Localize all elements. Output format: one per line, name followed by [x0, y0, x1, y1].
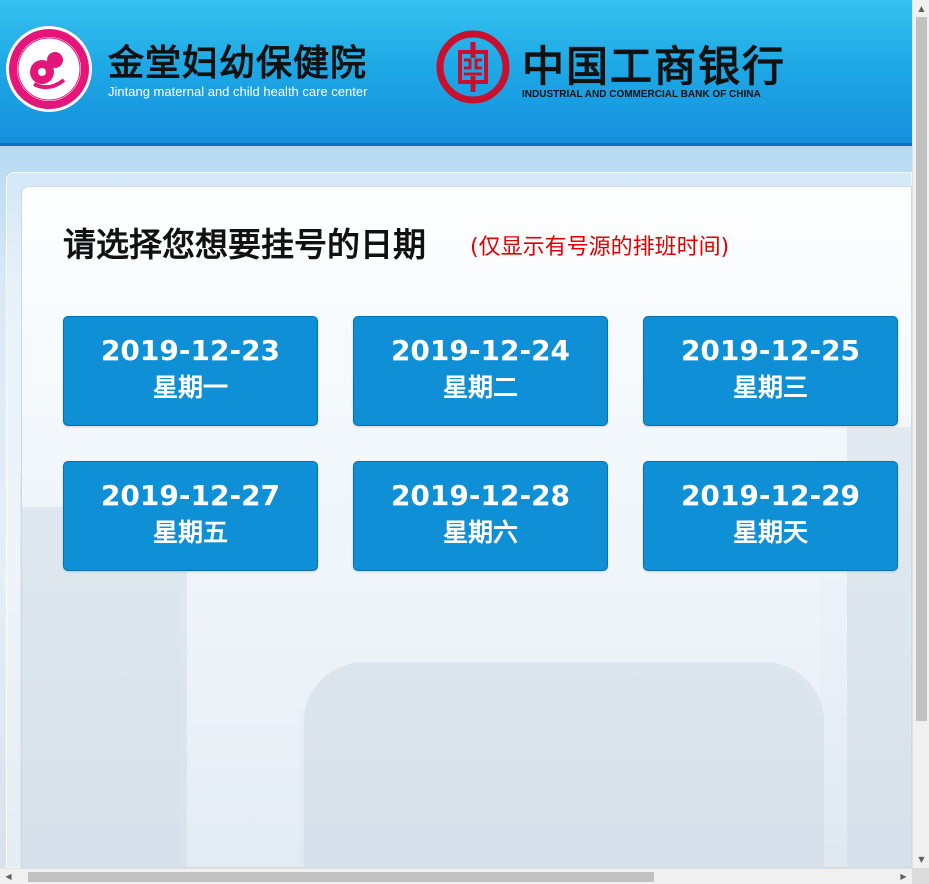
vertical-scroll-thumb[interactable]	[916, 17, 927, 721]
bank-name: 中国工商银行	[522, 42, 787, 91]
date-label: 2019-12-29	[680, 479, 861, 512]
scroll-up-arrow-icon[interactable]: ▲	[913, 0, 929, 17]
date-button[interactable]: 2019-12-27 星期五	[63, 461, 318, 571]
date-button[interactable]: 2019-12-28 星期六	[353, 461, 608, 571]
weekday-label: 星期二	[442, 373, 518, 402]
hospital-name-en: Jintang maternal and child health care c…	[108, 84, 368, 99]
weekday-label: 星期一	[152, 373, 228, 402]
weekday-label: 星期五	[152, 518, 228, 547]
icbc-logo-icon	[436, 30, 510, 104]
page-header: 金堂妇幼保健院 Jintang maternal and child healt…	[0, 0, 912, 146]
vertical-scrollbar[interactable]: ▲ ▼	[912, 0, 929, 868]
date-button[interactable]: 2019-12-25 星期三	[643, 316, 898, 426]
scroll-left-arrow-icon[interactable]: ◀	[0, 869, 17, 884]
date-label: 2019-12-23	[100, 334, 281, 367]
weekday-label: 星期天	[732, 518, 808, 547]
scroll-down-arrow-icon[interactable]: ▼	[913, 851, 929, 868]
scrollbar-corner	[912, 868, 929, 884]
weekday-label: 星期六	[442, 518, 518, 547]
date-button[interactable]: 2019-12-29 星期天	[643, 461, 898, 571]
background-building	[304, 662, 824, 867]
horizontal-scrollbar[interactable]: ◀ ▶	[0, 868, 912, 884]
date-label: 2019-12-24	[390, 334, 571, 367]
horizontal-scroll-thumb[interactable]	[28, 872, 654, 882]
date-button[interactable]: 2019-12-23 星期一	[63, 316, 318, 426]
date-button[interactable]: 2019-12-24 星期二	[353, 316, 608, 426]
date-label: 2019-12-27	[100, 479, 281, 512]
bank-name-en: INDUSTRIAL AND COMMERCIAL BANK OF CHINA	[522, 89, 761, 100]
hospital-name: 金堂妇幼保健院	[108, 43, 368, 84]
date-label: 2019-12-28	[390, 479, 571, 512]
date-label: 2019-12-25	[680, 334, 861, 367]
scroll-right-arrow-icon[interactable]: ▶	[895, 869, 912, 884]
weekday-label: 星期三	[732, 373, 808, 402]
page-subtitle: (仅显示有号源的排班时间)	[470, 235, 730, 260]
page-title: 请选择您想要挂号的日期	[63, 225, 426, 264]
hospital-logo-icon	[6, 26, 92, 112]
